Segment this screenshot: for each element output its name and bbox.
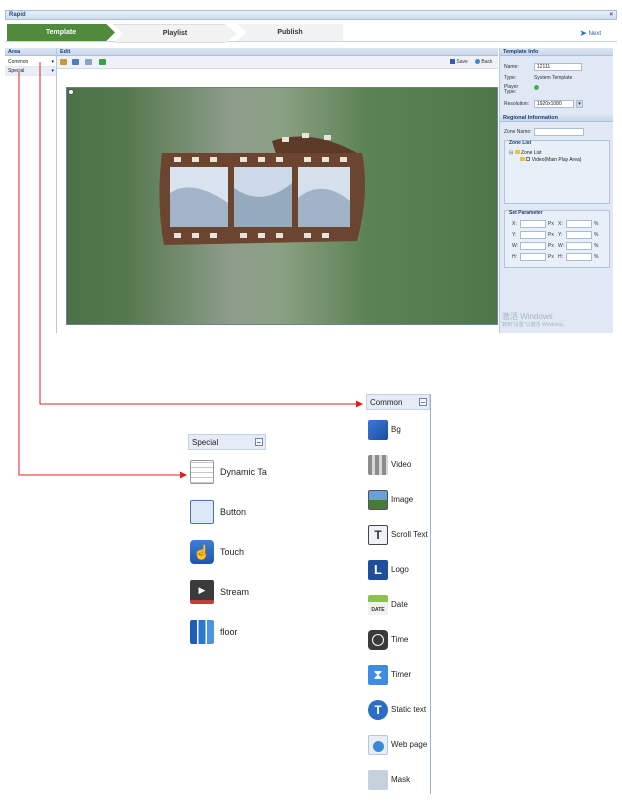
web-page-icon: [368, 735, 388, 755]
dynamic-table-icon: [190, 460, 214, 484]
stream-icon: ▶: [190, 580, 214, 604]
common-palette: Common − Bg Video Image T Scroll Text L …: [366, 394, 431, 794]
palette-item-label: Stream: [220, 587, 250, 597]
palette-item-label: Dynamic Ta: [220, 467, 267, 477]
palette-item-label: Bg: [391, 425, 401, 434]
time-icon: [368, 630, 388, 650]
scroll-text-icon: T: [368, 525, 388, 545]
palette-item-label: Date: [391, 600, 408, 609]
logo-icon: L: [368, 560, 388, 580]
floor-icon: [190, 620, 214, 644]
static-text-icon: T: [368, 700, 388, 720]
palette-item-label: Static text: [391, 705, 427, 714]
video-icon: [368, 455, 388, 475]
palette-item-label: Web page: [391, 740, 428, 749]
palette-item-label: Logo: [391, 565, 409, 574]
palette-item-label: floor: [220, 627, 238, 637]
collapse-icon[interactable]: −: [419, 398, 427, 407]
palette-item-label: Scroll Text: [391, 530, 428, 539]
special-palette-header: Special −: [188, 434, 266, 450]
date-icon: DATE: [368, 595, 388, 615]
palette-item-label: Button: [220, 507, 247, 517]
common-palette-header: Common −: [366, 394, 430, 410]
palette-item-label: Video: [391, 460, 412, 469]
common-palette-title: Common: [370, 398, 403, 407]
timer-icon: ⧗: [368, 665, 388, 685]
callout-arrows: [18, 62, 363, 479]
touch-icon: ☝: [190, 540, 214, 564]
special-palette-title: Special: [192, 438, 219, 447]
image-icon: [368, 490, 388, 510]
bg-icon: [368, 420, 388, 440]
mask-icon: [368, 770, 388, 790]
button-icon: [190, 500, 214, 524]
collapse-icon[interactable]: −: [255, 438, 263, 447]
palette-item-label: Timer: [391, 670, 412, 679]
palette-item-label: Time: [391, 635, 409, 644]
palette-item-label: Image: [391, 495, 414, 504]
palette-item-label: Mask: [391, 775, 411, 784]
palette-item-label: Touch: [220, 547, 245, 557]
special-palette: Special − Dynamic Ta Button ☝ Touch ▶ St…: [188, 434, 267, 654]
